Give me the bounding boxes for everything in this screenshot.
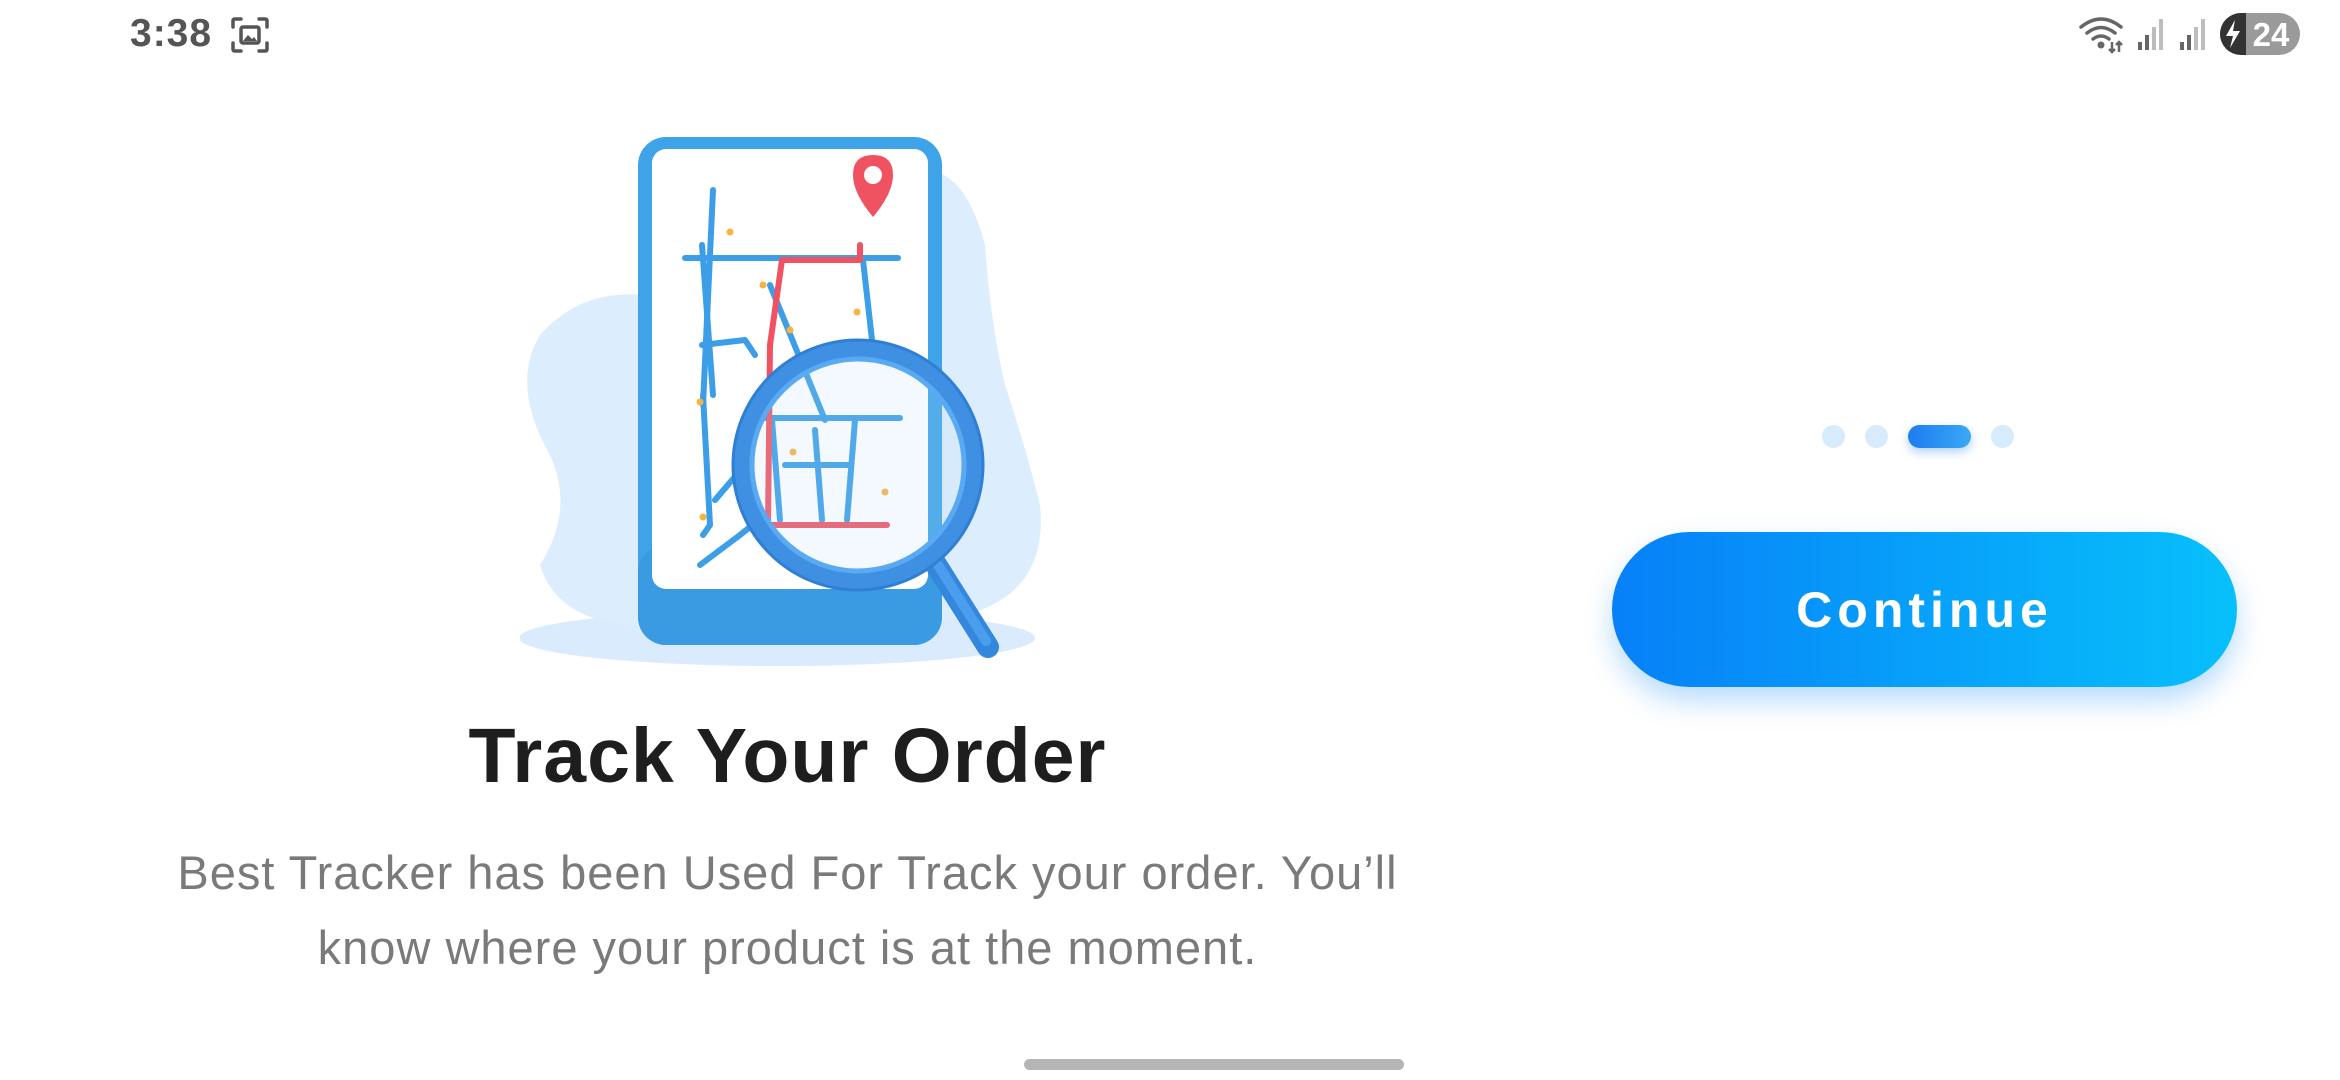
status-time: 3:38 (130, 12, 213, 55)
battery-charging-icon: 24 (2220, 13, 2300, 55)
home-indicator[interactable] (1024, 1059, 1404, 1070)
cell-signal-icon (2138, 19, 2163, 50)
page-indicator (1822, 424, 2014, 448)
battery-level: 24 (2252, 16, 2290, 53)
phone-map-magnifier-illustration (520, 137, 1041, 666)
screenshot-icon (231, 17, 269, 53)
cell-signal-icon (2180, 19, 2205, 50)
continue-button[interactable]: Continue (1612, 532, 2237, 687)
status-right: 24 (2078, 12, 2300, 56)
page-dot-4 (1991, 424, 2014, 448)
page-title: Track Your Order (468, 713, 1107, 799)
charging-bolt-icon (2226, 20, 2240, 48)
page-dot-2 (1865, 424, 1888, 448)
page-dot-1 (1822, 424, 1845, 448)
page-dot-3-active (1908, 424, 1971, 448)
wifi-icon (2079, 17, 2123, 54)
page-description: Best Tracker has been Used For Track you… (177, 846, 1398, 974)
onboarding-screen: 3:38 24 Track Your Order Best Tracker ha… (0, 0, 2340, 1080)
